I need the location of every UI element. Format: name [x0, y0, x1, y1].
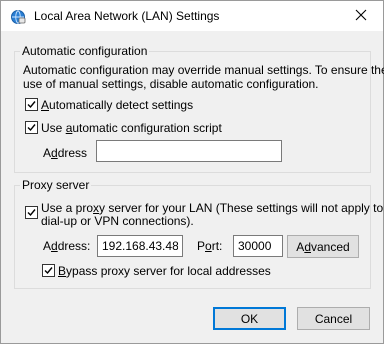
- detect-settings-label: Automatically detect settings: [41, 98, 194, 112]
- use-proxy-label-line2: dial-up or VPN connections).: [41, 214, 194, 228]
- use-script-label: Use automatic configuration script: [41, 121, 222, 135]
- automatic-configuration-title: Automatic configuration: [20, 44, 150, 58]
- checkmark-icon: [27, 124, 36, 132]
- ok-button[interactable]: OK: [213, 307, 286, 330]
- auto-config-description-line1: Automatic configuration may override man…: [23, 63, 384, 77]
- proxy-port-input[interactable]: [233, 235, 283, 257]
- window-title: Local Area Network (LAN) Settings: [34, 9, 220, 23]
- checkmark-icon: [27, 101, 36, 109]
- proxy-port-label: Port:: [197, 239, 223, 253]
- proxy-address-input[interactable]: [97, 235, 183, 257]
- proxy-server-title: Proxy server: [20, 178, 92, 192]
- ok-button-label: OK: [240, 311, 259, 326]
- title-bar: Local Area Network (LAN) Settings: [1, 1, 383, 31]
- lan-settings-dialog: Local Area Network (LAN) Settings Automa…: [0, 0, 384, 344]
- close-button[interactable]: [338, 1, 383, 31]
- detect-settings-checkbox[interactable]: [25, 98, 38, 111]
- cancel-button[interactable]: Cancel: [297, 307, 370, 330]
- script-address-input[interactable]: [96, 140, 282, 162]
- proxy-address-label: Address:: [43, 239, 91, 253]
- bypass-local-label: Bypass proxy server for local addresses: [58, 264, 271, 278]
- use-proxy-checkbox[interactable]: [25, 206, 38, 219]
- script-address-label: Address: [43, 146, 88, 160]
- use-proxy-label-line1: Use a proxy server for your LAN (These s…: [41, 201, 384, 215]
- network-settings-icon: [10, 9, 26, 25]
- checkmark-icon: [27, 209, 36, 217]
- advanced-button-label: Advanced: [296, 239, 350, 254]
- auto-config-description-line2: use of manual settings, disable automati…: [23, 77, 319, 91]
- advanced-button[interactable]: Advanced: [287, 235, 359, 258]
- close-icon: [355, 9, 367, 24]
- checkmark-icon: [44, 267, 53, 275]
- use-script-checkbox[interactable]: [25, 121, 38, 134]
- cancel-button-label: Cancel: [314, 311, 353, 326]
- bypass-local-checkbox[interactable]: [42, 264, 55, 277]
